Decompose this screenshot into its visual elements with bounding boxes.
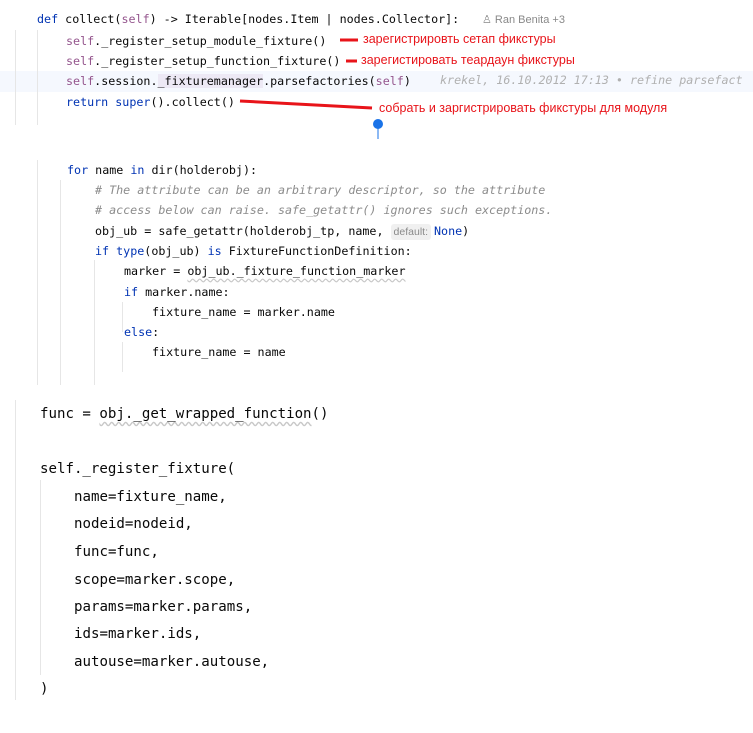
code-token: type <box>116 244 145 258</box>
code-token: dir(holderobj): <box>151 163 258 177</box>
indent-guide <box>15 400 16 700</box>
code-token: if <box>124 285 146 299</box>
code-token: FixtureFunctionDefinition: <box>228 244 412 258</box>
code-line[interactable]: fixture_name = marker.name <box>152 304 335 320</box>
code-line[interactable]: autouse=marker.autouse, <box>74 653 269 671</box>
code-token: in <box>130 163 152 177</box>
code-token: ) <box>40 681 49 697</box>
indent-guide <box>122 302 123 332</box>
code-token: nodeid=nodeid, <box>74 516 193 532</box>
code-token: obj_ub = safe_getattr(holderobj_tp, name… <box>95 224 391 238</box>
code-line[interactable]: fixture_name = name <box>152 344 286 360</box>
annotation-setup: зарегистрировть сетап фикстуры <box>363 32 556 46</box>
indent-guide <box>94 260 95 385</box>
code-token: is <box>207 244 229 258</box>
code-token: None <box>434 224 463 238</box>
code-line[interactable]: # The attribute can be an arbitrary desc… <box>95 182 545 198</box>
code-line[interactable]: for name in dir(holderobj): <box>67 162 257 178</box>
code-line[interactable]: nodeid=nodeid, <box>74 515 193 533</box>
code-token: obj._get_wrapped_function <box>99 406 312 422</box>
code-token: ) <box>462 224 470 238</box>
code-line[interactable]: if marker.name: <box>124 284 230 300</box>
code-token: () <box>311 406 329 422</box>
code-token: scope=marker.scope, <box>74 572 236 588</box>
code-line[interactable]: params=marker.params, <box>74 598 252 616</box>
indent-guide <box>37 160 38 385</box>
indent-guide <box>122 342 123 372</box>
code-token: name=fixture_name, <box>74 489 227 505</box>
code-line[interactable]: name=fixture_name, <box>74 488 227 506</box>
code-token: # The attribute can be an arbitrary desc… <box>95 183 546 197</box>
code-token: name <box>95 163 131 177</box>
parameter-hint: default: <box>390 224 431 240</box>
code-token: # access below can raise. safe_getattr()… <box>95 203 553 217</box>
code-token: ids=marker.ids, <box>74 626 202 642</box>
code-token: for <box>67 163 96 177</box>
annotation-collect: собрать и заргистрировать фикстуры для м… <box>379 101 668 115</box>
code-token: fixture_name = name <box>152 345 286 359</box>
indent-guide <box>60 180 61 385</box>
annotation-teardown: зарегистировать теардаун фикстуры <box>361 53 575 67</box>
indent-guide <box>40 480 41 675</box>
code-token: (obj_ub) <box>144 244 208 258</box>
code-token: func=func, <box>74 544 159 560</box>
code-token: else <box>124 325 153 339</box>
annotation-marks <box>239 38 383 139</box>
code-token: marker.name: <box>145 285 230 299</box>
code-token: params=marker.params, <box>74 599 253 615</box>
code-token: if <box>95 244 117 258</box>
code-line[interactable]: ) <box>40 680 49 698</box>
code-token: self._register_fixture( <box>40 461 236 477</box>
code-token: func = <box>40 406 100 422</box>
annotation-line-3 <box>239 99 373 110</box>
code-line[interactable]: ids=marker.ids, <box>74 625 201 643</box>
code-token: marker = <box>124 264 188 278</box>
code-token: obj_ub._fixture_function_marker <box>187 264 406 278</box>
code-line[interactable]: else: <box>124 324 159 340</box>
code-line[interactable]: marker = obj_ub._fixture_function_marker <box>124 263 405 279</box>
code-token: fixture_name = marker.name <box>152 305 335 319</box>
code-line[interactable]: # access below can raise. safe_getattr()… <box>95 202 552 218</box>
pin-marker-icon <box>373 119 383 129</box>
code-line[interactable]: func=func, <box>74 543 159 561</box>
code-line[interactable]: scope=marker.scope, <box>74 571 235 589</box>
code-token: : <box>152 325 160 339</box>
code-token: autouse=marker.autouse, <box>74 654 270 670</box>
code-line[interactable]: self._register_fixture( <box>40 460 235 478</box>
code-line[interactable]: func = obj._get_wrapped_function() <box>40 405 329 423</box>
code-line[interactable]: if type(obj_ub) is FixtureFunctionDefini… <box>95 243 412 259</box>
code-line[interactable]: obj_ub = safe_getattr(holderobj_tp, name… <box>95 223 469 240</box>
